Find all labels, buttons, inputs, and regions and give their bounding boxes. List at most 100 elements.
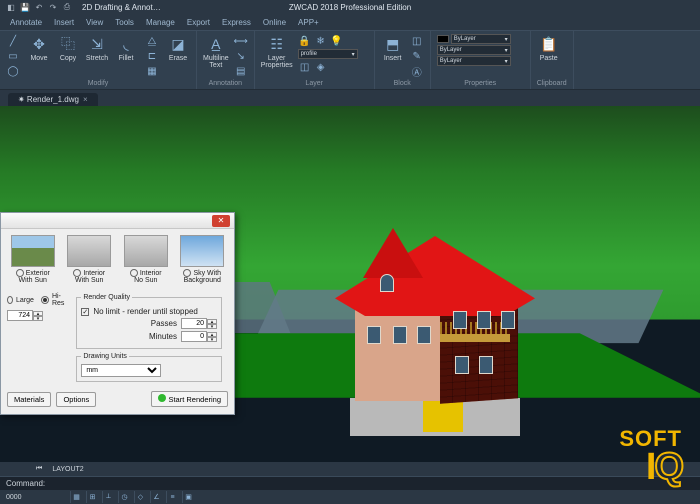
- undo-icon[interactable]: ↶: [34, 2, 44, 12]
- preset-sky-bg[interactable]: Sky With Background: [178, 235, 226, 284]
- linetype-combo[interactable]: ByLayer▾: [437, 56, 511, 66]
- group-label-modify: Modify: [6, 80, 190, 87]
- osnap-toggle-icon[interactable]: ◇: [134, 491, 146, 503]
- status-bar: 0000 ▦ ⊞ ⟂ ◷ ◇ ∠ ≡ ▣: [0, 490, 700, 504]
- snap-toggle-icon[interactable]: ▦: [70, 491, 82, 503]
- radio-icon: [16, 269, 24, 277]
- layout-tab[interactable]: LAYOUT2: [52, 466, 83, 473]
- options-button[interactable]: Options: [56, 392, 96, 407]
- attr-icon[interactable]: Ⓐ: [410, 64, 424, 78]
- save-icon[interactable]: 💾: [20, 2, 30, 12]
- dialog-close-button[interactable]: ✕: [212, 215, 230, 227]
- command-line[interactable]: Command:: [0, 476, 700, 490]
- mtext-button[interactable]: A̲Multiline Text: [203, 34, 229, 69]
- preset-interior-sun[interactable]: Interior With Sun: [65, 235, 113, 284]
- layeriso-icon[interactable]: ◫: [298, 60, 312, 74]
- viewport-3d[interactable]: ✕ Exterior With Sun Interior With Sun In…: [0, 106, 700, 462]
- passes-spinner[interactable]: ▴▾: [181, 318, 217, 329]
- plot-icon[interactable]: ⎙: [62, 2, 72, 12]
- minutes-spinner[interactable]: ▴▾: [181, 331, 217, 342]
- paste-icon: 📋: [539, 34, 559, 54]
- size-spinner[interactable]: ▴▾: [7, 310, 43, 321]
- menu-tools[interactable]: Tools: [115, 18, 134, 27]
- ribbon-group-clipboard: 📋Paste Clipboard: [531, 31, 574, 89]
- chevron-down-icon: ▾: [352, 51, 355, 58]
- start-rendering-button[interactable]: Start Rendering: [151, 391, 228, 407]
- lineweight-combo[interactable]: ByLayer▾: [437, 45, 511, 55]
- table-icon[interactable]: ▤: [234, 64, 248, 78]
- menu-online[interactable]: Online: [263, 18, 286, 27]
- passes-input[interactable]: [181, 318, 207, 329]
- array-icon[interactable]: ▦: [145, 64, 159, 78]
- legend-units: Drawing Units: [81, 353, 129, 360]
- radio-icon: [183, 269, 191, 277]
- paste-button[interactable]: 📋Paste: [537, 34, 561, 62]
- leader-icon[interactable]: ↘: [234, 49, 248, 63]
- freeze-icon[interactable]: ❄: [314, 34, 328, 48]
- menu-app-plus[interactable]: APP+: [298, 18, 319, 27]
- insert-block-button[interactable]: ⬒Insert: [381, 34, 405, 62]
- mtext-icon: A̲: [206, 34, 226, 54]
- layermatch-icon[interactable]: ◈: [314, 60, 328, 74]
- size-input[interactable]: [7, 310, 33, 321]
- drawing-units-group: Drawing Units mm: [76, 353, 222, 382]
- passes-label: Passes: [151, 319, 177, 328]
- line-icon[interactable]: ╱: [6, 34, 20, 48]
- dim-icon[interactable]: ⟷: [234, 34, 248, 48]
- spin-down-icon[interactable]: ▾: [33, 316, 43, 321]
- materials-button[interactable]: Materials: [7, 392, 51, 407]
- close-doc-icon[interactable]: ×: [83, 95, 88, 104]
- app-menu-icon[interactable]: ◧: [6, 2, 16, 12]
- layout-nav-first-icon[interactable]: ⏮: [36, 465, 42, 473]
- ortho-toggle-icon[interactable]: ⟂: [102, 491, 114, 503]
- nolimit-checkbox[interactable]: ✓No limit - render until stopped: [81, 307, 217, 316]
- otrack-toggle-icon[interactable]: ∠: [150, 491, 162, 503]
- color-swatch[interactable]: [437, 35, 449, 43]
- minutes-input[interactable]: [181, 331, 207, 342]
- group-label-layer: Layer: [261, 80, 368, 87]
- erase-button[interactable]: ◪Erase: [166, 34, 190, 62]
- model-toggle-icon[interactable]: ▣: [182, 491, 194, 503]
- rect-icon[interactable]: ▭: [6, 49, 20, 63]
- spin-down-icon[interactable]: ▾: [207, 337, 217, 342]
- menu-annotate[interactable]: Annotate: [10, 18, 42, 27]
- units-select[interactable]: mm: [81, 364, 161, 377]
- render-quality-group: Render Quality ✓No limit - render until …: [76, 294, 222, 349]
- color-combo[interactable]: ByLayer▾: [451, 34, 511, 44]
- document-tabs: ✷ Render_1.dwg ×: [0, 90, 700, 106]
- workspace-switcher[interactable]: 2D Drafting & Annot…: [82, 3, 161, 12]
- spin-down-icon[interactable]: ▾: [207, 324, 217, 329]
- polar-toggle-icon[interactable]: ◷: [118, 491, 130, 503]
- dialog-titlebar[interactable]: ✕: [1, 213, 234, 229]
- offset-icon[interactable]: ⊏: [145, 49, 159, 63]
- menu-view[interactable]: View: [86, 18, 103, 27]
- circle-icon[interactable]: ◯: [6, 64, 20, 78]
- preset-interior-nosun[interactable]: Interior No Sun: [122, 235, 170, 284]
- app-title: ZWCAD 2018 Professional Edition: [289, 3, 411, 12]
- mirror-icon[interactable]: ⧋: [145, 34, 159, 48]
- menu-insert[interactable]: Insert: [54, 18, 74, 27]
- menu-manage[interactable]: Manage: [146, 18, 175, 27]
- redo-icon[interactable]: ↷: [48, 2, 58, 12]
- edit-block-icon[interactable]: ✎: [410, 49, 424, 63]
- layout-tab-bar: ⏮ LAYOUT2: [0, 462, 700, 476]
- menu-export[interactable]: Export: [187, 18, 210, 27]
- copy-button[interactable]: ⿻Copy: [56, 34, 80, 62]
- fillet-icon: ◟: [116, 34, 136, 54]
- fillet-button[interactable]: ◟Fillet: [114, 34, 138, 62]
- move-button[interactable]: ✥Move: [27, 34, 51, 62]
- size-large-radio[interactable]: LargeHi-Res: [7, 293, 66, 307]
- menu-express[interactable]: Express: [222, 18, 251, 27]
- layer-properties-button[interactable]: ☷Layer Properties: [261, 34, 293, 69]
- preset-exterior-sun[interactable]: Exterior With Sun: [9, 235, 57, 284]
- off-icon[interactable]: 💡: [330, 34, 344, 48]
- stretch-button[interactable]: ⇲Stretch: [85, 34, 109, 62]
- radio-icon: [73, 269, 81, 277]
- chevron-down-icon: ▾: [505, 36, 508, 43]
- document-tab[interactable]: ✷ Render_1.dwg ×: [8, 93, 98, 106]
- create-block-icon[interactable]: ◫: [410, 34, 424, 48]
- grid-toggle-icon[interactable]: ⊞: [86, 491, 98, 503]
- layer-combo[interactable]: profile▾: [298, 49, 358, 59]
- lock-icon[interactable]: 🔒: [298, 34, 312, 48]
- lwt-toggle-icon[interactable]: ≡: [166, 491, 178, 503]
